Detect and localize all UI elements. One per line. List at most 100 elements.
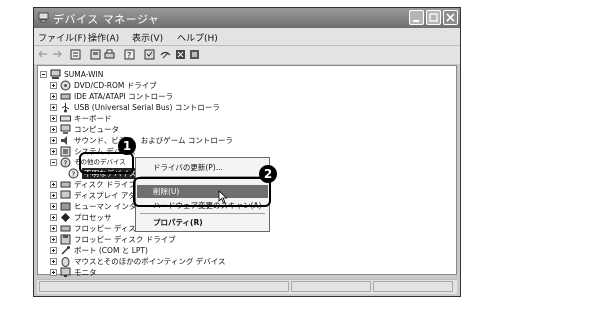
other-devices-icon: ? [60, 157, 71, 168]
help-icon[interactable]: ? [124, 49, 135, 60]
processor-icon [61, 213, 70, 222]
floppy-drive-icon [60, 234, 71, 245]
expand-toggle[interactable] [50, 148, 57, 155]
status-bar [37, 279, 457, 294]
cdrom-icon [60, 80, 71, 91]
tree-item-dvd[interactable]: DVD/CD-ROM ドライブ [50, 80, 250, 91]
tree-item-label: コンピュータ [74, 125, 119, 134]
maximize-icon [429, 13, 438, 22]
tree-item-label: フロッピー ディスク ドライブ [74, 235, 176, 244]
expand-toggle[interactable] [50, 214, 57, 221]
expand-toggle[interactable] [50, 236, 57, 243]
collapse-toggle[interactable] [40, 71, 47, 78]
svg-text:?: ? [127, 51, 131, 60]
menu-view[interactable]: 表示(V) [132, 31, 163, 44]
collapse-toggle[interactable] [50, 159, 57, 166]
tree-item-computer[interactable]: コンピュータ [50, 124, 250, 135]
computer-root-icon [50, 69, 61, 79]
menu-action[interactable]: 操作(A) [88, 31, 119, 44]
tree-item-label: ポート (COM と LPT) [74, 246, 148, 255]
computer-icon [60, 124, 71, 134]
title-bar[interactable]: デバイス マネージャ [34, 8, 460, 28]
expand-toggle[interactable] [50, 181, 57, 188]
callout-badge-2: 2 [259, 165, 277, 183]
floppy-controller-icon [60, 225, 71, 232]
view-icon[interactable] [70, 49, 81, 60]
menu-file[interactable]: ファイル(F) [38, 31, 86, 44]
tree-item-label: マウスとそのほかのポインティング デバイス [74, 257, 226, 266]
properties-menu-item[interactable]: プロパティ(R) [137, 216, 268, 229]
unknown-device-icon: ? [68, 168, 79, 179]
menu-help[interactable]: ヘルプ(H) [177, 31, 218, 44]
status-cell [291, 281, 371, 292]
tree-item-label: IDE ATA/ATAPI コントローラ [74, 92, 174, 101]
menu-bar: ファイル(F) 操作(A) 表示(V) ヘルプ(H) [34, 28, 460, 45]
expand-toggle[interactable] [50, 104, 57, 111]
tree-item-usb[interactable]: USB (Universal Serial Bus) コントローラ [50, 102, 270, 113]
expand-toggle[interactable] [50, 258, 57, 265]
tree-root[interactable]: SUMA-WIN [40, 69, 240, 80]
minimize-icon [413, 20, 419, 22]
system-device-icon [60, 146, 71, 157]
uninstall-icon[interactable] [160, 49, 171, 60]
sound-icon [61, 136, 67, 145]
expand-toggle[interactable] [50, 192, 57, 199]
update-driver-menu-item[interactable]: ドライバの更新(P)... [137, 161, 268, 174]
maximize-button[interactable] [426, 10, 441, 25]
expand-toggle[interactable] [50, 225, 57, 232]
tree-item-label: ディスク ドライブ [74, 180, 136, 189]
print-icon[interactable] [104, 49, 115, 60]
device-manager-icon [38, 12, 49, 23]
status-cell [373, 281, 453, 292]
status-cell [39, 281, 289, 292]
minimize-button[interactable] [409, 10, 424, 25]
expand-toggle[interactable] [50, 203, 57, 210]
tree-item-mouse[interactable]: マウスとそのほかのポインティング デバイス [50, 256, 270, 267]
tree-root-label: SUMA-WIN [64, 70, 104, 79]
update-driver-icon[interactable] [189, 49, 200, 60]
tree-item-label: モニタ [74, 268, 97, 277]
svg-text:?: ? [72, 171, 76, 179]
tree-item-label: サウンド、ビデオ、およびゲーム コントローラ [74, 136, 233, 145]
disable-icon[interactable] [175, 49, 186, 60]
disk-icon [60, 181, 71, 188]
monitor-icon [60, 267, 71, 277]
tree-item-label: USB (Universal Serial Bus) コントローラ [74, 103, 220, 112]
tree-item-port[interactable]: ポート (COM と LPT) [50, 245, 250, 256]
tree-item-floppy-drive[interactable]: フロッピー ディスク ドライブ [50, 234, 176, 245]
tree-item-label: キーボード [74, 114, 112, 123]
expand-toggle[interactable] [50, 269, 57, 276]
tree-item-sound[interactable]: サウンド、ビデオ、およびゲーム コントローラ [50, 135, 270, 146]
window-title: デバイス マネージャ [53, 13, 160, 26]
tree-item-ide[interactable]: IDE ATA/ATAPI コントローラ [50, 91, 250, 102]
tree-item-label: プロセッサ [74, 213, 112, 222]
close-button[interactable] [443, 10, 458, 25]
menu-separator [140, 213, 265, 214]
scan-icon[interactable] [144, 49, 155, 60]
expand-toggle[interactable] [50, 126, 57, 133]
close-icon [446, 13, 455, 22]
hid-icon [60, 202, 71, 211]
back-arrow-icon[interactable] [38, 49, 48, 59]
expand-toggle[interactable] [50, 115, 57, 122]
keyboard-icon [60, 115, 71, 122]
callout-badge-1: 1 [118, 137, 136, 155]
mouse-icon [61, 257, 70, 267]
callout-box-2 [133, 177, 271, 207]
expand-toggle[interactable] [50, 137, 57, 144]
callout-box-1 [79, 152, 134, 174]
expand-toggle[interactable] [50, 93, 57, 100]
ide-controller-icon [60, 93, 71, 100]
port-icon [61, 246, 70, 255]
svg-text:?: ? [64, 160, 68, 168]
tree-item-keyboard[interactable]: キーボード [50, 113, 250, 124]
tree-item-monitor[interactable]: モニタ [50, 267, 250, 278]
properties-icon[interactable] [90, 49, 101, 60]
display-adapter-icon [60, 190, 71, 199]
usb-icon [61, 103, 70, 113]
expand-toggle[interactable] [50, 247, 57, 254]
toolbar: ? [34, 45, 460, 64]
expand-toggle[interactable] [50, 82, 57, 89]
forward-arrow-icon[interactable] [52, 49, 62, 59]
tree-item-label: DVD/CD-ROM ドライブ [74, 81, 157, 90]
